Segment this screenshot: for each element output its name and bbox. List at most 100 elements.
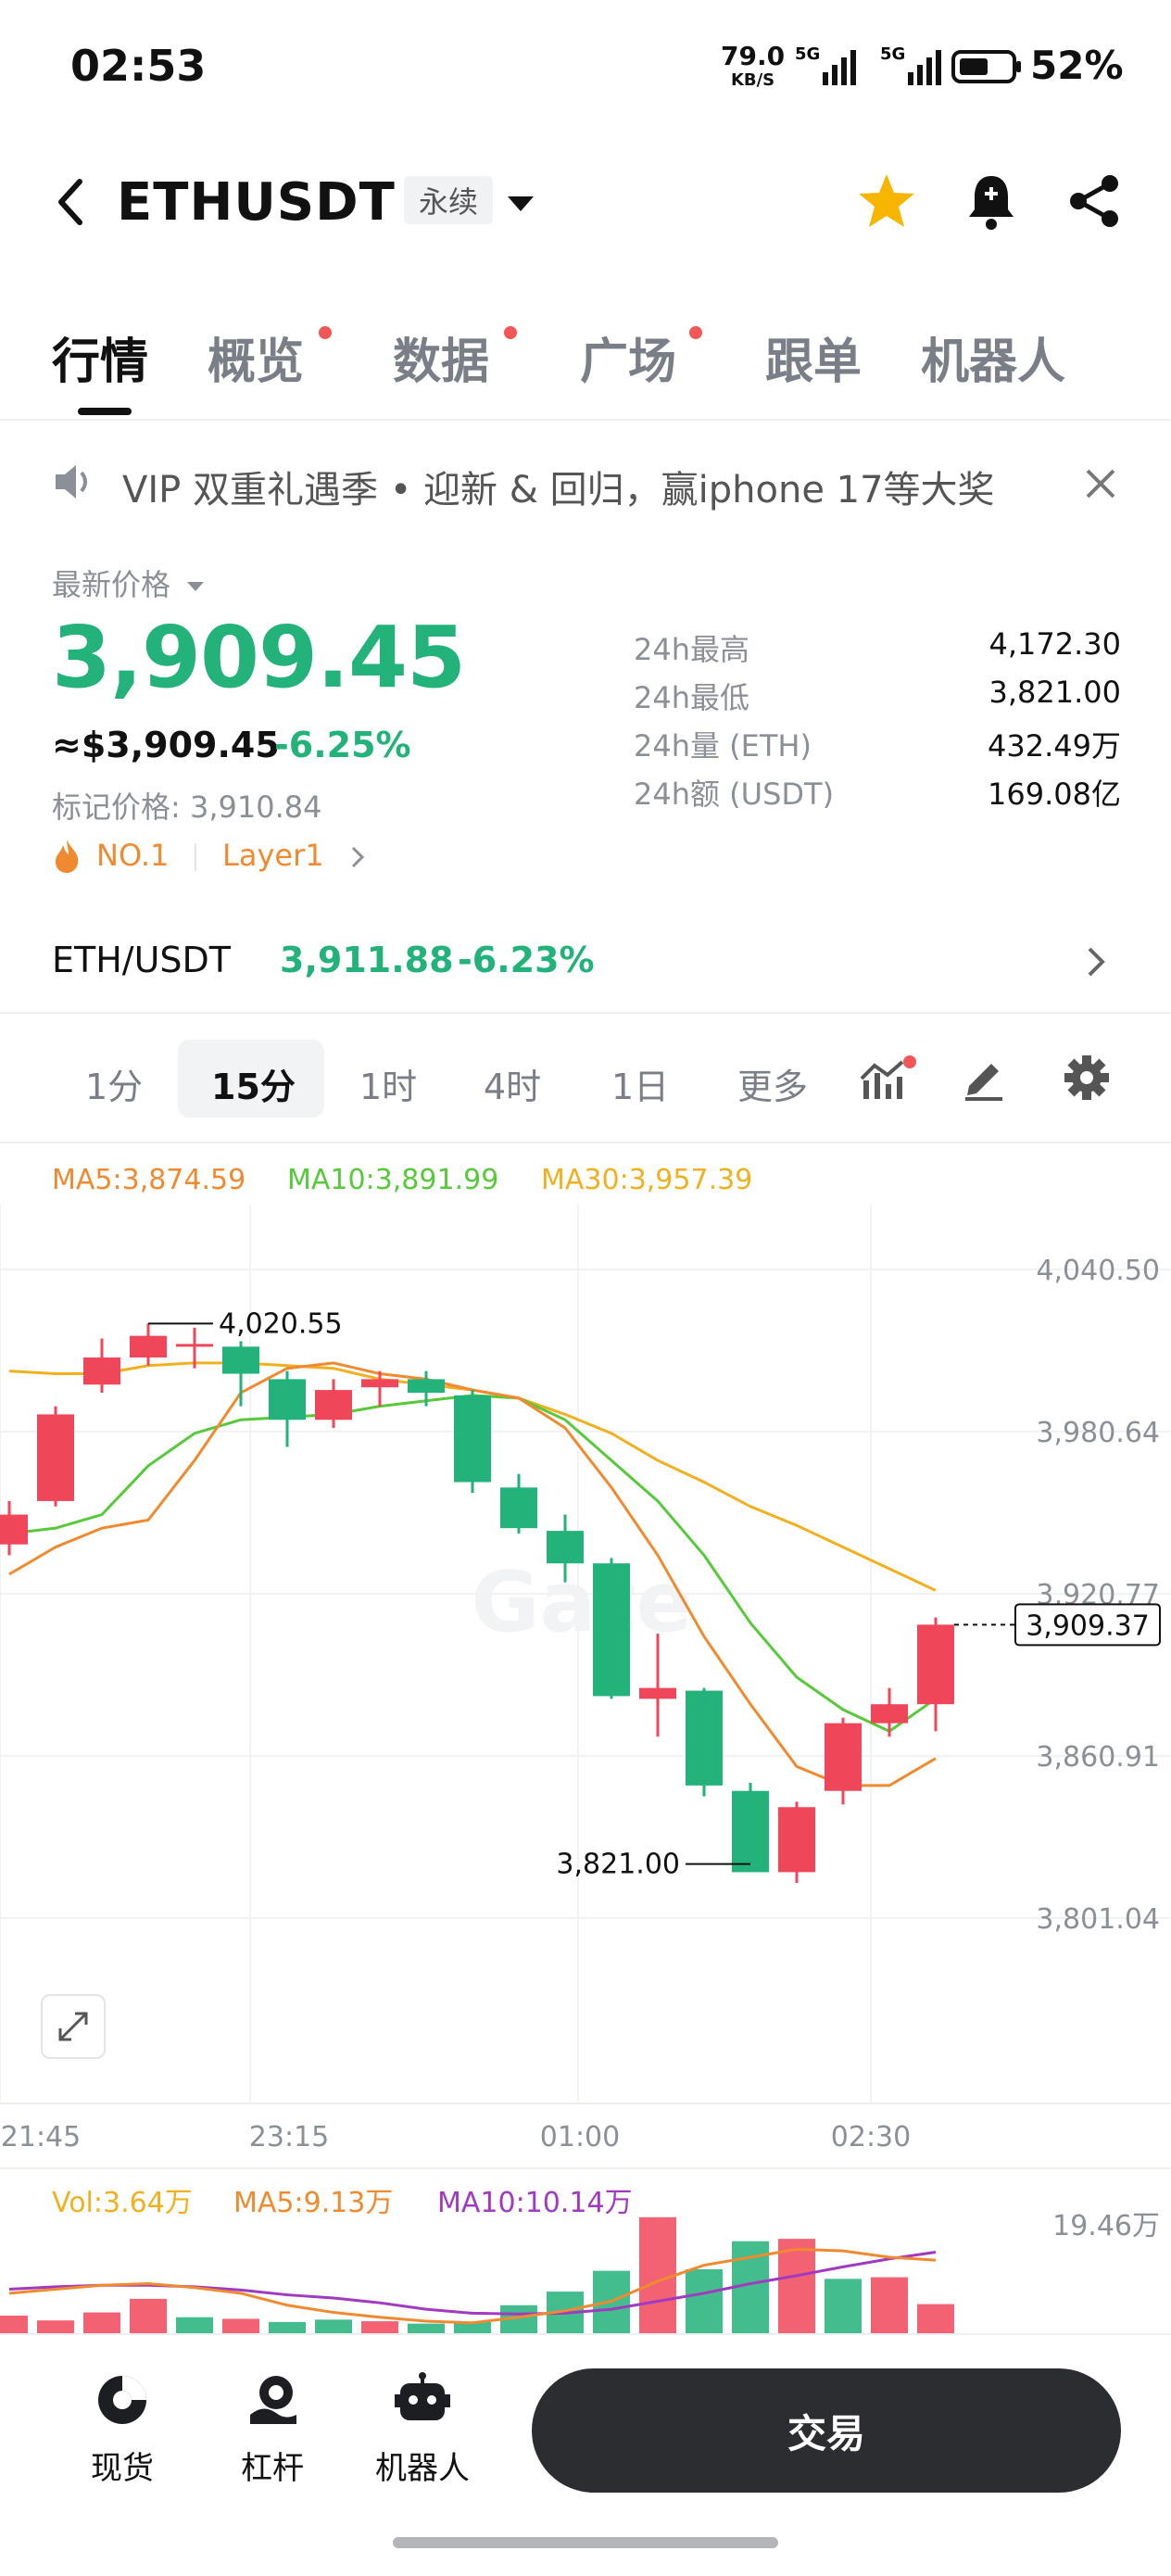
battery-percent: 52% bbox=[1030, 43, 1124, 88]
tab-square[interactable]: 广场 bbox=[580, 322, 676, 392]
settings-gear-icon[interactable] bbox=[1062, 1053, 1112, 1103]
candle-body bbox=[37, 1414, 74, 1501]
nav-spot[interactable]: 现货 bbox=[67, 2372, 178, 2488]
caret-down-icon bbox=[187, 582, 205, 591]
nav-leverage[interactable]: 杠杆 bbox=[217, 2372, 328, 2488]
close-icon[interactable] bbox=[1084, 467, 1117, 500]
watermark-logo: Gate bbox=[472, 1554, 693, 1651]
stat-volume-value: 432.49万 bbox=[988, 728, 1121, 764]
announcement-banner[interactable]: VIP 双重礼遇季 • 迎新 & 回归，赢iphone 17等大奖 bbox=[122, 460, 995, 513]
candle-body bbox=[593, 1563, 630, 1697]
x-tick-label: 23:15 bbox=[249, 2121, 329, 2153]
low-price-label: 3,821.00 bbox=[556, 1849, 680, 1881]
home-indicator bbox=[393, 2537, 778, 2548]
interval-1d[interactable]: 1日 bbox=[611, 1058, 669, 1109]
tab-copy-trade[interactable]: 跟单 bbox=[765, 322, 862, 392]
spot-icon bbox=[98, 2376, 146, 2424]
volume-bar bbox=[825, 2279, 862, 2333]
volume-bar bbox=[315, 2319, 352, 2333]
network-speed: 79.0 KB/S bbox=[721, 44, 785, 93]
stat-turnover-value: 169.08亿 bbox=[988, 777, 1121, 812]
y-tick-label: 3,801.04 bbox=[1036, 1903, 1160, 1936]
draw-tool-icon[interactable] bbox=[960, 1054, 1008, 1103]
signal-icon-2: 5G bbox=[880, 44, 941, 85]
tab-bots[interactable]: 机器人 bbox=[921, 322, 1065, 392]
volume-bar bbox=[37, 2320, 74, 2333]
candlestick-chart[interactable]: 4,040.503,980.643,920.773,860.913,801.04… bbox=[0, 1205, 1171, 2333]
network-speed-unit: KB/S bbox=[730, 70, 775, 90]
bell-icon[interactable] bbox=[963, 170, 1019, 232]
section-divider bbox=[0, 1142, 1171, 1143]
volume-bar bbox=[83, 2312, 120, 2333]
volume-bar bbox=[361, 2321, 398, 2333]
fullscreen-button[interactable] bbox=[41, 1994, 106, 2059]
interval-15m[interactable]: 15分 bbox=[211, 1058, 296, 1109]
candle-body bbox=[361, 1379, 398, 1388]
volume-bar bbox=[130, 2298, 167, 2333]
tab-overview-dot bbox=[319, 326, 332, 339]
chevron-right-icon[interactable] bbox=[348, 843, 367, 871]
tab-overview[interactable]: 概览 bbox=[208, 322, 304, 392]
star-icon[interactable] bbox=[856, 170, 917, 232]
spot-pair-price: 3,911.88 bbox=[280, 940, 454, 980]
last-price-label-text: 最新价格 bbox=[52, 567, 171, 602]
sector-tag[interactable]: Layer1 bbox=[222, 838, 324, 873]
price-change-percent: -6.25% bbox=[274, 725, 411, 765]
volume-bar bbox=[0, 2316, 28, 2333]
rank-tag[interactable]: NO.1 bbox=[96, 838, 169, 873]
chevron-down-icon[interactable] bbox=[506, 193, 535, 215]
candle-body bbox=[547, 1531, 584, 1564]
trade-button[interactable]: 交易 bbox=[532, 2368, 1121, 2493]
tab-market[interactable]: 行情 bbox=[52, 322, 148, 392]
signal-label-2: 5G bbox=[880, 44, 905, 64]
robot-icon bbox=[395, 2372, 450, 2420]
volume-ma10-legend: MA10:10.14万 bbox=[437, 2187, 633, 2219]
spot-pair-row[interactable]: ETH/USDT 3,911.88 -6.23% bbox=[52, 940, 1119, 986]
x-tick-label: 01:00 bbox=[540, 2121, 620, 2153]
candle-body bbox=[0, 1514, 28, 1545]
stat-volume-label: 24h量 (ETH) bbox=[634, 728, 812, 764]
fire-icon bbox=[56, 840, 79, 873]
candle-body bbox=[639, 1687, 676, 1699]
tab-data[interactable]: 数据 bbox=[393, 322, 489, 392]
page-title[interactable]: ETHUSDT bbox=[117, 172, 396, 233]
indicator-icon[interactable] bbox=[858, 1054, 917, 1106]
y-tick-label: 4,040.50 bbox=[1036, 1255, 1160, 1287]
volume-legend: Vol:3.64万 bbox=[52, 2187, 193, 2219]
candle-body bbox=[917, 1624, 954, 1705]
expand-icon bbox=[58, 2012, 88, 2041]
mark-price: 标记价格: 3,910.84 bbox=[52, 789, 322, 825]
interval-4h[interactable]: 4时 bbox=[484, 1058, 541, 1109]
share-icon[interactable] bbox=[1065, 172, 1123, 230]
back-arrow-icon[interactable] bbox=[52, 176, 89, 228]
nav-spot-label: 现货 bbox=[91, 2450, 154, 2487]
candle-body bbox=[130, 1335, 167, 1358]
last-price-label[interactable]: 最新价格 bbox=[52, 562, 206, 604]
network-speed-value: 79.0 bbox=[721, 41, 786, 71]
nav-robot[interactable]: 机器人 bbox=[367, 2372, 478, 2488]
candle-body bbox=[83, 1357, 120, 1385]
candle-body bbox=[176, 1344, 213, 1347]
usd-price: ≈$3,909.45 bbox=[52, 725, 280, 765]
tab-square-dot bbox=[689, 326, 702, 339]
interval-more[interactable]: 更多 bbox=[737, 1058, 808, 1109]
chevron-right-icon[interactable] bbox=[1084, 943, 1108, 980]
stat-turnover-label: 24h额 (USDT) bbox=[634, 777, 835, 812]
candle-body bbox=[222, 1346, 259, 1374]
candle-body bbox=[408, 1379, 445, 1394]
x-tick-label: 02:30 bbox=[831, 2121, 911, 2153]
ma10-legend: MA10:3,891.99 bbox=[287, 1164, 499, 1196]
speaker-icon bbox=[56, 465, 87, 499]
volume-bar bbox=[871, 2277, 908, 2333]
high-price-label: 4,020.55 bbox=[219, 1307, 343, 1340]
volume-bar bbox=[639, 2216, 676, 2333]
candle-body bbox=[778, 1807, 815, 1873]
spot-pair-change: -6.23% bbox=[458, 940, 595, 980]
nav-robot-label: 机器人 bbox=[375, 2450, 470, 2487]
stat-high-label: 24h最高 bbox=[634, 632, 750, 667]
interval-1m[interactable]: 1分 bbox=[85, 1058, 143, 1109]
last-price: 3,909.45 bbox=[52, 608, 466, 707]
spot-pair-name: ETH/USDT bbox=[52, 940, 232, 980]
interval-1h[interactable]: 1时 bbox=[359, 1058, 417, 1109]
stat-high-value: 4,172.30 bbox=[988, 626, 1122, 662]
